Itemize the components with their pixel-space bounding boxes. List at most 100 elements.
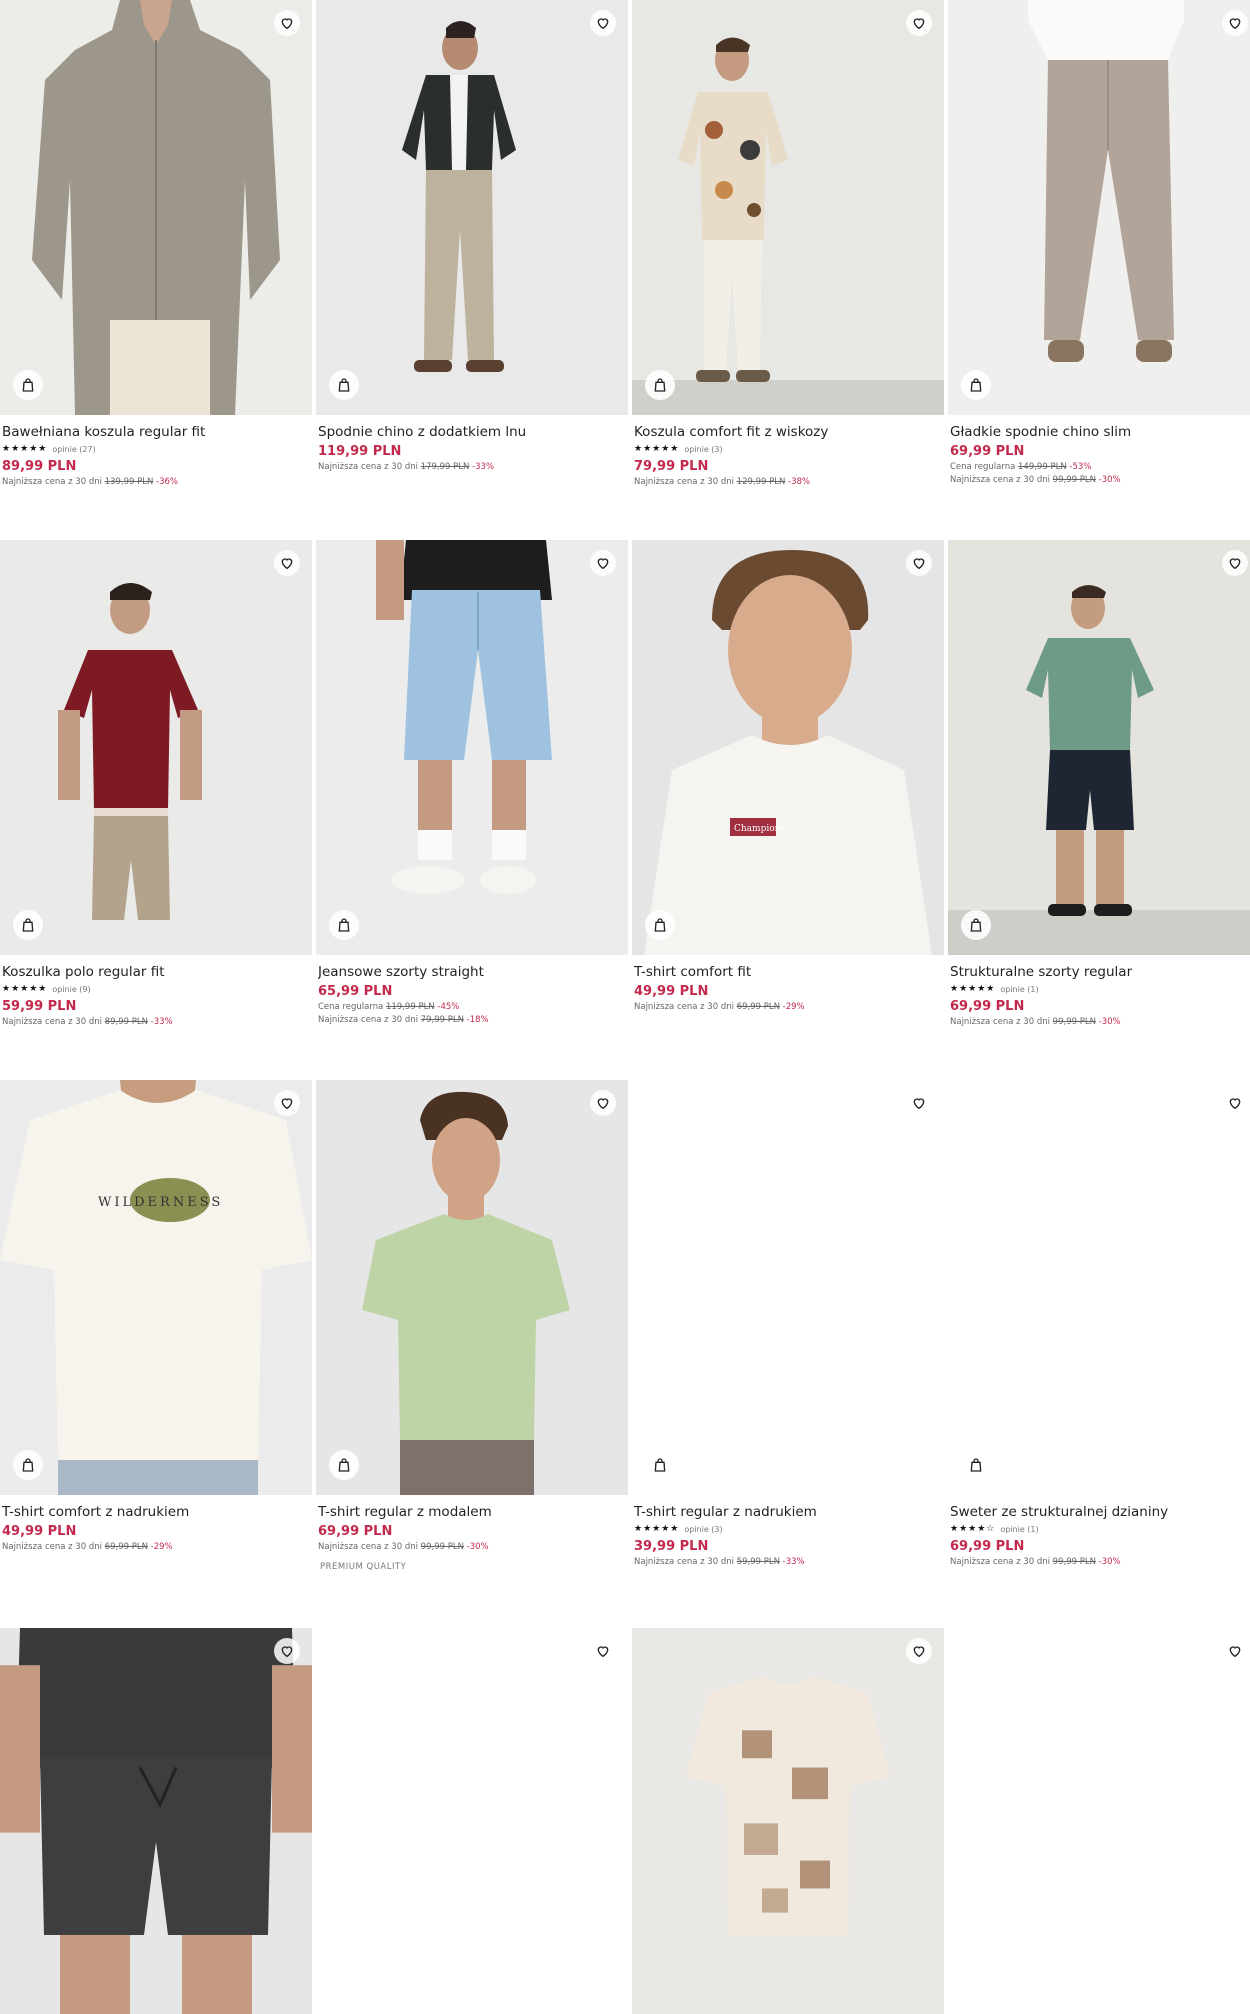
product-name[interactable]: T-shirt regular z nadrukiem xyxy=(634,1503,942,1521)
product-image[interactable] xyxy=(632,1628,944,2014)
lowest-price-30-days: Najniższa cena z 30 dni 99,99 PLN -30% xyxy=(318,1541,626,1554)
add-to-cart-button[interactable] xyxy=(13,370,43,400)
product-image[interactable] xyxy=(0,540,312,955)
model-photo-denim-shorts xyxy=(316,540,628,955)
review-count[interactable]: opinie (3) xyxy=(684,445,722,454)
wishlist-button[interactable] xyxy=(1222,1090,1248,1116)
wishlist-button[interactable] xyxy=(906,1638,932,1664)
review-count[interactable]: opinie (9) xyxy=(52,985,90,994)
lowest-price-old: 99,99 PLN xyxy=(1052,475,1096,485)
product-image[interactable] xyxy=(948,0,1250,415)
product-card[interactable]: Strukturalne szorty regular ★★★★★ opinie… xyxy=(948,540,1250,1060)
rating-stars: ★★★★★ xyxy=(950,984,996,994)
lowest-price-old: 179,99 PLN xyxy=(420,462,470,472)
product-image-placeholder[interactable] xyxy=(632,1080,944,1495)
product-card[interactable]: Gładkie spodnie chino slim 69,99 PLN Cen… xyxy=(948,0,1250,520)
product-name[interactable]: T-shirt regular z modalem xyxy=(318,1503,626,1521)
product-image[interactable] xyxy=(0,1628,312,2014)
tshirt-print-text: WILDERNESS xyxy=(98,1195,223,1210)
wishlist-button[interactable] xyxy=(1222,1638,1248,1664)
product-image[interactable] xyxy=(0,0,312,415)
product-image[interactable]: WILDERNESS xyxy=(0,1080,312,1495)
wishlist-button[interactable] xyxy=(1222,550,1248,576)
product-card[interactable]: Sweter ze strukturalnej dzianiny ★★★★☆ o… xyxy=(948,1080,1250,1600)
product-name[interactable]: Spodnie chino z dodatkiem lnu xyxy=(318,423,626,441)
heart-outline-icon xyxy=(1229,558,1241,570)
product-name[interactable]: Sweter ze strukturalnej dzianiny xyxy=(950,1503,1250,1521)
product-image[interactable]: Champions xyxy=(632,540,944,955)
add-to-cart-button[interactable] xyxy=(329,1450,359,1480)
product-card[interactable]: T-shirt regular z nadrukiem ★★★★★ opinie… xyxy=(632,1080,944,1600)
product-card[interactable] xyxy=(632,1628,944,2014)
product-image[interactable] xyxy=(316,1080,628,1495)
product-card[interactable] xyxy=(948,1628,1250,2014)
product-image-placeholder[interactable] xyxy=(316,1628,628,2014)
product-rating: ★★★★★ opinie (27) xyxy=(2,442,310,456)
lowest-price-label: Najniższa cena z 30 dni xyxy=(634,1557,734,1567)
product-image[interactable] xyxy=(316,0,628,415)
review-count[interactable]: opinie (1) xyxy=(1000,985,1038,994)
add-to-cart-button[interactable] xyxy=(961,1450,991,1480)
rating-stars: ★★★★★ xyxy=(634,444,680,454)
lowest-price-label: Najniższa cena z 30 dni xyxy=(2,477,102,487)
product-name[interactable]: Gładkie spodnie chino slim xyxy=(950,423,1250,441)
add-to-cart-button[interactable] xyxy=(13,910,43,940)
product-image-placeholder[interactable] xyxy=(948,1628,1250,2014)
product-image[interactable] xyxy=(632,0,944,415)
lowest-price-30-days: Najniższa cena z 30 dni 99,99 PLN -30% xyxy=(950,1016,1250,1029)
product-card[interactable]: Jeansowe szorty straight 65,99 PLN Cena … xyxy=(316,540,628,1060)
wishlist-button[interactable] xyxy=(590,550,616,576)
wishlist-button[interactable] xyxy=(274,550,300,576)
product-image-placeholder[interactable] xyxy=(948,1080,1250,1495)
product-name[interactable]: Bawełniana koszula regular fit xyxy=(2,423,310,441)
product-name[interactable]: Koszulka polo regular fit xyxy=(2,963,310,981)
regular-price: Cena regularna 119,99 PLN -45% xyxy=(318,1001,626,1014)
add-to-cart-button[interactable] xyxy=(329,370,359,400)
product-card[interactable]: Champions T-shirt comfort fit 49,99 PLN … xyxy=(632,540,944,1060)
add-to-cart-button[interactable] xyxy=(329,910,359,940)
product-image[interactable] xyxy=(316,540,628,955)
wishlist-button[interactable] xyxy=(590,1638,616,1664)
review-count[interactable]: opinie (3) xyxy=(684,1525,722,1534)
product-name[interactable]: T-shirt comfort fit xyxy=(634,963,942,981)
add-to-cart-button[interactable] xyxy=(961,910,991,940)
product-name[interactable]: Koszula comfort fit z wiskozy xyxy=(634,423,942,441)
product-card[interactable] xyxy=(316,1628,628,2014)
wishlist-button[interactable] xyxy=(590,10,616,36)
product-card[interactable]: WILDERNESS T-shirt comfort z nadrukiem 4… xyxy=(0,1080,312,1600)
product-card[interactable]: Bawełniana koszula regular fit ★★★★★ opi… xyxy=(0,0,312,520)
product-name[interactable]: Strukturalne szorty regular xyxy=(950,963,1250,981)
product-card[interactable]: Koszulka polo regular fit ★★★★★ opinie (… xyxy=(0,540,312,1060)
product-info: Jeansowe szorty straight 65,99 PLN Cena … xyxy=(318,963,626,1027)
product-name[interactable]: Jeansowe szorty straight xyxy=(318,963,626,981)
add-to-cart-button[interactable] xyxy=(961,370,991,400)
review-count[interactable]: opinie (1) xyxy=(1000,1525,1038,1534)
product-card[interactable] xyxy=(0,1628,312,2014)
lowest-price-old: 99,99 PLN xyxy=(420,1542,464,1552)
add-to-cart-button[interactable] xyxy=(645,910,675,940)
wishlist-button[interactable] xyxy=(906,550,932,576)
product-info: T-shirt comfort fit 49,99 PLN Najniższa … xyxy=(634,963,942,1014)
shopping-bag-icon xyxy=(970,1458,982,1472)
product-card[interactable]: Spodnie chino z dodatkiem lnu 119,99 PLN… xyxy=(316,0,628,520)
add-to-cart-button[interactable] xyxy=(13,1450,43,1480)
wishlist-button[interactable] xyxy=(590,1090,616,1116)
product-card[interactable]: Koszula comfort fit z wiskozy ★★★★★ opin… xyxy=(632,0,944,520)
rating-stars: ★★★★★ xyxy=(2,984,48,994)
regular-price-label: Cena regularna xyxy=(318,1002,384,1012)
wishlist-button[interactable] xyxy=(274,1638,300,1664)
wishlist-button[interactable] xyxy=(906,10,932,36)
model-photo-modal-tshirt xyxy=(316,1080,628,1495)
wishlist-button[interactable] xyxy=(274,10,300,36)
wishlist-button[interactable] xyxy=(1222,10,1248,36)
product-card[interactable]: T-shirt regular z modalem 69,99 PLN Najn… xyxy=(316,1080,628,1600)
product-image[interactable] xyxy=(948,540,1250,955)
lowest-price-30-days: Najniższa cena z 30 dni 89,99 PLN -33% xyxy=(2,1016,310,1029)
heart-outline-icon xyxy=(913,1098,925,1110)
add-to-cart-button[interactable] xyxy=(645,370,675,400)
add-to-cart-button[interactable] xyxy=(645,1450,675,1480)
wishlist-button[interactable] xyxy=(906,1090,932,1116)
wishlist-button[interactable] xyxy=(274,1090,300,1116)
product-name[interactable]: T-shirt comfort z nadrukiem xyxy=(2,1503,310,1521)
review-count[interactable]: opinie (27) xyxy=(52,445,95,454)
